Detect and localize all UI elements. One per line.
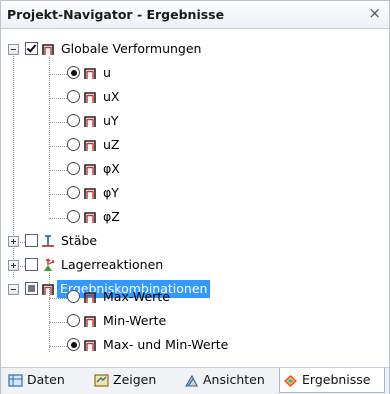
staebe-checkbox[interactable]: [25, 234, 38, 247]
tab-daten[interactable]: Daten: [5, 368, 85, 393]
project-navigator-panel: Projekt-Navigator - Ergebnisse × Globale…: [0, 0, 390, 394]
tree-item-label: φX: [103, 161, 120, 176]
tree-item-label: Lagerreaktionen: [61, 257, 164, 272]
tree-item-max-und-min-werte[interactable]: Max- und Min-Werte: [1, 335, 389, 355]
deformation-icon: [84, 164, 96, 175]
expand-icon[interactable]: [8, 236, 19, 247]
deformation-icon: [84, 292, 96, 303]
tree-item-uz[interactable]: uZ: [1, 135, 389, 155]
tree-item-label: Max- und Min-Werte: [103, 337, 229, 352]
display-icon: [94, 374, 109, 387]
tab-label: Ansichten: [203, 372, 265, 387]
results-tree: Globale Verformungen u uX uY uZ φX φY φZ…: [1, 29, 389, 365]
tab-ansichten[interactable]: Ansichten: [181, 368, 275, 393]
tree-item-u[interactable]: u: [1, 63, 389, 83]
tab-label: Daten: [27, 372, 65, 387]
max-werte-radio[interactable]: [67, 290, 80, 303]
phiy-radio[interactable]: [67, 186, 80, 199]
deformation-icon: [42, 44, 54, 55]
deformation-icon: [84, 140, 96, 151]
data-icon: [8, 374, 23, 387]
deformation-icon: [84, 92, 96, 103]
min-werte-radio[interactable]: [67, 314, 80, 327]
tree-item-phiz[interactable]: φZ: [1, 207, 389, 227]
tree-item-label: uY: [103, 113, 119, 128]
globale-verformungen-checkbox[interactable]: [25, 42, 38, 55]
panel-title: Projekt-Navigator - Ergebnisse: [7, 7, 225, 22]
support-reaction-icon: [44, 258, 55, 271]
member-icon: [42, 235, 54, 247]
close-icon[interactable]: ×: [368, 4, 381, 22]
tab-label: Zeigen: [113, 372, 157, 387]
tree-item-ux[interactable]: uX: [1, 87, 389, 107]
expand-icon[interactable]: [8, 260, 19, 271]
deformation-icon: [84, 68, 96, 79]
tab-zeigen[interactable]: Zeigen: [91, 368, 175, 393]
tree-item-label: φZ: [103, 209, 120, 224]
views-icon: [185, 374, 198, 387]
tree-item-label: uZ: [103, 137, 120, 152]
tree-item-label: Max-Werte: [103, 289, 170, 304]
max-und-min-werte-radio[interactable]: [67, 338, 80, 351]
phix-radio[interactable]: [67, 162, 80, 175]
tab-label: Ergebnisse: [302, 372, 371, 387]
tree-item-lagerreaktionen[interactable]: Lagerreaktionen: [1, 255, 389, 275]
deformation-icon: [84, 316, 96, 327]
deformation-icon: [84, 212, 96, 223]
ux-radio[interactable]: [67, 90, 80, 103]
uy-radio[interactable]: [67, 114, 80, 127]
u-radio[interactable]: [67, 66, 80, 79]
uz-radio[interactable]: [67, 138, 80, 151]
tree-item-min-werte[interactable]: Min-Werte: [1, 311, 389, 331]
tree-item-label: Min-Werte: [103, 313, 167, 328]
deformation-icon: [84, 188, 96, 199]
lagerreaktionen-checkbox[interactable]: [25, 258, 38, 271]
tree-item-label: uX: [103, 89, 120, 104]
collapse-icon[interactable]: [8, 44, 19, 55]
tree-item-phiy[interactable]: φY: [1, 183, 389, 203]
tree-item-label: Globale Verformungen: [61, 41, 202, 56]
tree-item-phix[interactable]: φX: [1, 159, 389, 179]
tree-item-label: u: [103, 65, 111, 80]
phiz-radio[interactable]: [67, 210, 80, 223]
tree-item-label: Stäbe: [61, 233, 98, 248]
tab-ergebnisse[interactable]: Ergebnisse: [279, 368, 385, 393]
tree-item-uy[interactable]: uY: [1, 111, 389, 131]
navigator-tabs: Daten Zeigen Ansichten Ergebnisse: [1, 367, 389, 394]
panel-titlebar: Projekt-Navigator - Ergebnisse ×: [1, 1, 389, 29]
tree-item-globale-verformungen[interactable]: Globale Verformungen: [1, 39, 389, 59]
tree-item-max-werte[interactable]: Max-Werte: [1, 287, 389, 307]
tree-item-label: φY: [103, 185, 119, 200]
results-icon: [284, 375, 297, 387]
tree-item-staebe[interactable]: Stäbe: [1, 231, 389, 251]
deformation-icon: [84, 340, 96, 351]
deformation-icon: [84, 116, 96, 127]
